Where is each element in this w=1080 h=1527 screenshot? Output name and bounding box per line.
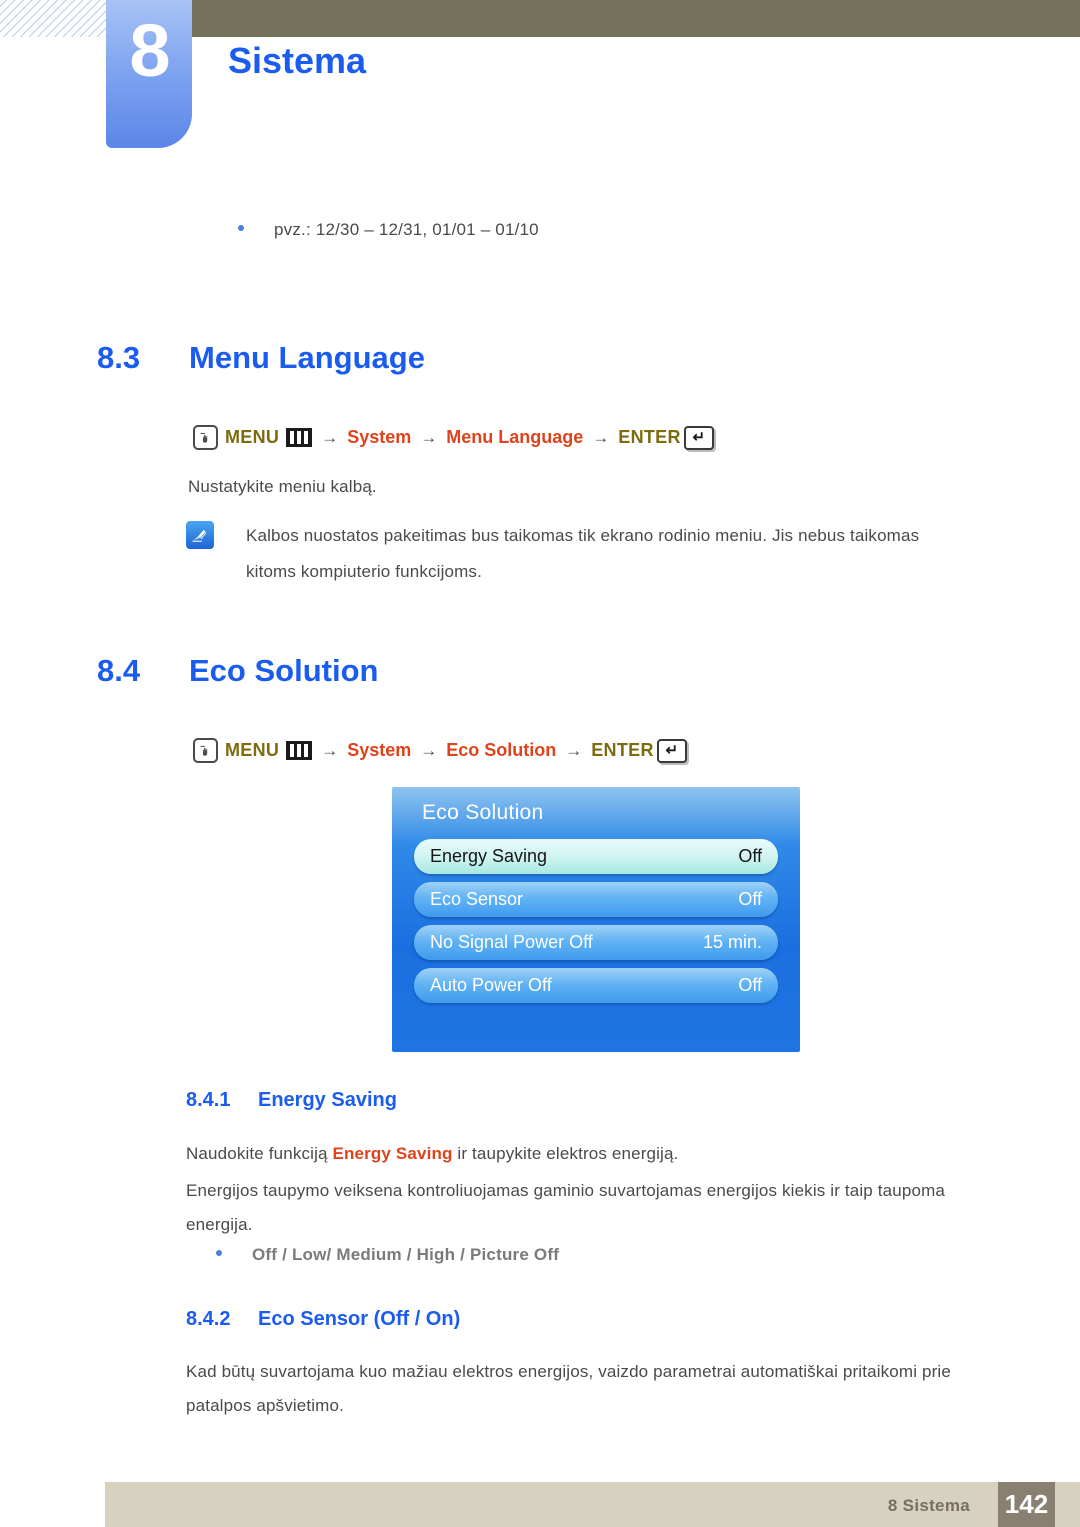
arrow-icon-1: → bbox=[321, 740, 339, 760]
enter-glyph: ↵ bbox=[692, 429, 706, 446]
option-low: Low bbox=[291, 1245, 327, 1264]
osd-row-value: 15 min. bbox=[702, 932, 762, 952]
navpath-node-menu-language: Menu Language bbox=[446, 427, 584, 447]
energy-saving-options-list: Off / Low/ Medium / High / Picture Off bbox=[252, 1245, 559, 1265]
note-block-menu-language: Kalbos nuostatos pakeitimas bus taikomas… bbox=[186, 518, 962, 590]
option-picture-off: Picture Off bbox=[469, 1245, 560, 1264]
paragraph-energy-saving-2: Energijos taupymo veiksena kontroliuojam… bbox=[186, 1181, 945, 1234]
note-pen-icon bbox=[186, 521, 214, 549]
navpath-node-system: System bbox=[347, 740, 412, 760]
osd-row-value: Off bbox=[738, 975, 762, 995]
option-sep-0: / bbox=[277, 1245, 292, 1264]
arrow-icon-1: → bbox=[321, 427, 339, 447]
navpath-node-eco-solution: Eco Solution bbox=[446, 740, 557, 760]
osd-row-eco-sensor[interactable]: Eco Sensor Off bbox=[414, 882, 778, 917]
arrow-icon-2: → bbox=[420, 740, 438, 760]
subsection-number: 8.4.1 bbox=[186, 1089, 231, 1111]
chapter-tab: 8 bbox=[106, 0, 192, 148]
subsection-heading-energy-saving: 8.4.1 Energy Saving bbox=[186, 1089, 397, 1112]
option-sep-2: / bbox=[401, 1245, 417, 1264]
enter-key-label: ENTER bbox=[618, 427, 681, 447]
osd-row-value: Off bbox=[738, 889, 762, 909]
osd-row-label: Energy Saving bbox=[430, 846, 548, 866]
press-hand-icon bbox=[193, 425, 218, 450]
intro-bullet-item: pvz.: 12/30 – 12/31, 01/01 – 01/10 bbox=[238, 220, 539, 240]
intro-bullet-text: pvz.: 12/30 – 12/31, 01/01 – 01/10 bbox=[274, 220, 539, 239]
navpath-eco-solution: MENU → System → Eco Solution → ENTER ↵ bbox=[193, 738, 687, 763]
section-title: Menu Language bbox=[189, 340, 425, 375]
option-medium: Medium bbox=[336, 1245, 402, 1264]
subsection-title: Energy Saving bbox=[258, 1089, 397, 1111]
osd-row-label: No Signal Power Off bbox=[430, 932, 593, 952]
subsection-heading-eco-sensor: 8.4.2 Eco Sensor (Off / On) bbox=[186, 1308, 460, 1331]
paragraph-text-before: Naudokite funkciją bbox=[186, 1144, 333, 1163]
footer-page-number: 142 bbox=[998, 1482, 1055, 1527]
arrow-icon-3: → bbox=[565, 740, 583, 760]
paragraph-menu-language: Nustatykite meniu kalbą. bbox=[188, 477, 377, 496]
section-heading-eco-solution: 8.4 Eco Solution bbox=[97, 653, 378, 689]
hatch-decoration bbox=[0, 0, 106, 37]
arrow-icon-3: → bbox=[592, 427, 610, 447]
bullet-dot-icon bbox=[216, 1250, 222, 1256]
enter-key-icon: ↵ bbox=[683, 425, 714, 450]
option-sep-1: / bbox=[326, 1245, 337, 1264]
menu-key-label: MENU bbox=[225, 427, 280, 447]
press-hand-icon bbox=[193, 738, 218, 763]
enter-key-icon: ↵ bbox=[656, 738, 687, 763]
paragraph-energy-saving-1: Naudokite funkciją Energy Saving ir taup… bbox=[186, 1137, 986, 1171]
page-header: 8 Sistema bbox=[0, 0, 1080, 160]
note-text-menu-language: Kalbos nuostatos pakeitimas bus taikomas… bbox=[246, 526, 920, 581]
arrow-icon-2: → bbox=[420, 427, 438, 447]
option-high: High bbox=[416, 1245, 456, 1264]
paragraph-text-after: ir taupykite elektros energiją. bbox=[452, 1144, 679, 1163]
energy-saving-options-item: Off / Low/ Medium / High / Picture Off bbox=[216, 1245, 559, 1265]
option-off: Off bbox=[252, 1245, 278, 1264]
osd-menu-screenshot: Eco Solution Energy Saving Off Eco Senso… bbox=[392, 787, 800, 1052]
osd-menu-list: Energy Saving Off Eco Sensor Off No Sign… bbox=[414, 839, 778, 1011]
footer-chapter-label: 8 Sistema bbox=[887, 1496, 970, 1515]
osd-row-label: Auto Power Off bbox=[430, 975, 552, 995]
osd-row-label: Eco Sensor bbox=[430, 889, 524, 909]
section-title: Eco Solution bbox=[189, 653, 379, 688]
navpath-node-system: System bbox=[347, 427, 412, 447]
subsection-number: 8.4.2 bbox=[186, 1308, 231, 1330]
paragraph-eco-sensor: Kad būtų suvartojama kuo mažiau elektros… bbox=[186, 1362, 951, 1415]
osd-row-auto-power-off[interactable]: Auto Power Off Off bbox=[414, 968, 778, 1003]
page-title: Sistema bbox=[228, 40, 367, 81]
osd-row-energy-saving[interactable]: Energy Saving Off bbox=[414, 839, 778, 874]
option-sep-3: / bbox=[455, 1245, 470, 1264]
enter-key-label: ENTER bbox=[591, 740, 654, 760]
section-number: 8.3 bbox=[97, 340, 141, 375]
header-bar bbox=[190, 0, 1080, 37]
navpath-menu-language: MENU → System → Menu Language → ENTER ↵ bbox=[193, 425, 714, 450]
osd-row-value: Off bbox=[738, 846, 762, 866]
inline-emphasis-energy-saving: Energy Saving bbox=[332, 1144, 453, 1163]
section-number: 8.4 bbox=[97, 653, 141, 688]
subsection-title: Eco Sensor (Off / On) bbox=[258, 1308, 461, 1330]
osd-row-no-signal-power-off[interactable]: No Signal Power Off 15 min. bbox=[414, 925, 778, 960]
menu-key-label: MENU bbox=[225, 740, 280, 760]
bullet-dot-icon bbox=[238, 225, 244, 231]
chapter-number: 8 bbox=[129, 9, 170, 92]
menu-bars-icon bbox=[286, 741, 313, 760]
menu-bars-icon bbox=[286, 428, 313, 447]
section-heading-menu-language: 8.3 Menu Language bbox=[97, 340, 425, 376]
osd-title: Eco Solution bbox=[422, 801, 544, 824]
enter-glyph: ↵ bbox=[665, 742, 679, 759]
